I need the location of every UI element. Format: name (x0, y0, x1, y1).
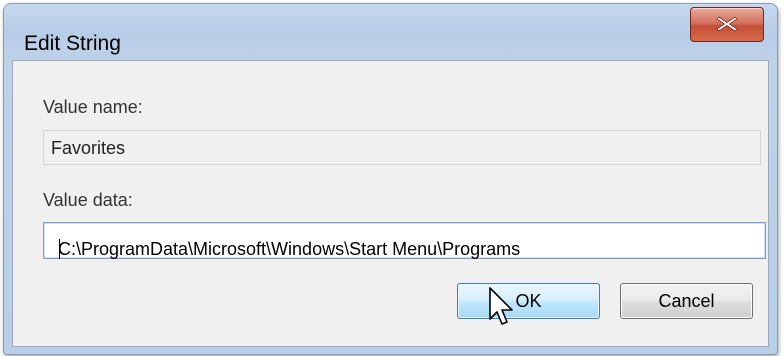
value-data-input[interactable]: C:\ProgramData\Microsoft\Windows\Start M… (43, 222, 766, 259)
value-data-label: Value data: (43, 190, 133, 210)
dialog-body: Value name: Favorites Value data: C:\Pro… (12, 60, 769, 347)
arrow-cursor-icon (489, 287, 513, 325)
edit-string-dialog: Edit String Value name: Favorites Value … (3, 3, 778, 355)
close-button[interactable] (690, 7, 764, 42)
value-name-label: Value name: (43, 97, 143, 117)
value-name-field: Favorites (43, 130, 761, 165)
title-bar[interactable]: Edit String (4, 4, 777, 60)
ok-button[interactable]: OK (457, 283, 600, 319)
value-name-text: Favorites (51, 138, 126, 158)
text-caret (59, 239, 60, 259)
dialog-title: Edit String (24, 32, 121, 55)
value-data-value: C:\ProgramData\Microsoft\Windows\Start M… (58, 239, 521, 259)
cancel-button[interactable]: Cancel (620, 283, 753, 319)
close-x-icon (716, 16, 738, 32)
